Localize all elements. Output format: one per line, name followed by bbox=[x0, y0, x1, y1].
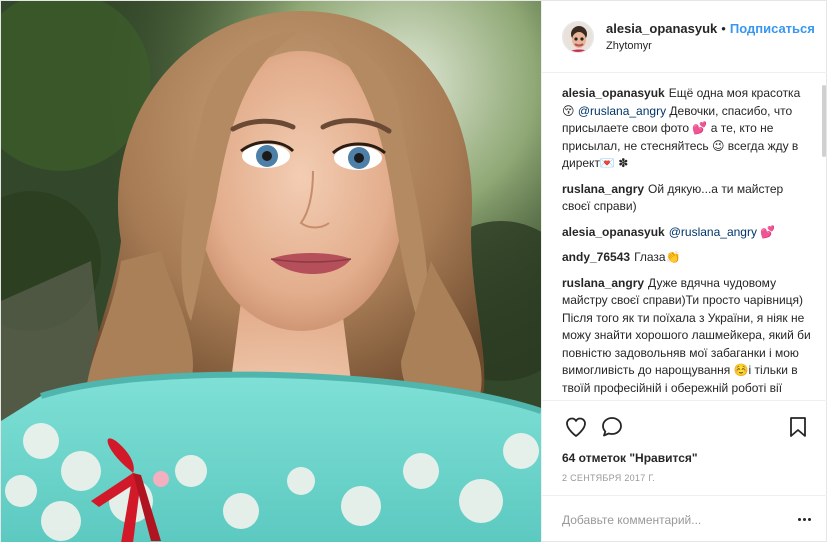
author-username-link[interactable]: alesia_opanasyuk bbox=[606, 20, 717, 38]
speech-bubble-icon bbox=[602, 417, 622, 437]
action-row bbox=[562, 407, 812, 447]
comment-author-link[interactable]: ruslana_angry bbox=[562, 276, 644, 290]
post-actions: 64 отметок "Нравится" 2 сентября 2017 г. bbox=[542, 400, 827, 495]
comment-item: ruslana_angry Ой дякую...а ти майстер сво… bbox=[562, 181, 812, 216]
post-date[interactable]: 2 сентября 2017 г. bbox=[562, 473, 812, 483]
add-comment-bar bbox=[542, 495, 827, 542]
header-text: alesia_opanasyuk • Подписаться Zhytomyr bbox=[606, 20, 815, 54]
location-link[interactable]: Zhytomyr bbox=[606, 39, 815, 54]
mention-link[interactable]: @ruslana_angry bbox=[578, 104, 666, 118]
separator-dot: • bbox=[721, 20, 726, 36]
comment-button[interactable] bbox=[598, 413, 626, 441]
instagram-post: alesia_opanasyuk • Подписаться Zhytomyr … bbox=[0, 0, 827, 542]
comment-text: Глаза👏 bbox=[634, 250, 681, 264]
follow-button[interactable]: Подписаться bbox=[730, 20, 815, 38]
comment-author-link[interactable]: alesia_opanasyuk bbox=[562, 225, 665, 239]
more-dot-icon bbox=[802, 518, 806, 521]
bookmark-icon bbox=[790, 417, 806, 437]
comment-author-link[interactable]: alesia_opanasyuk bbox=[562, 86, 665, 100]
comment-author-link[interactable]: ruslana_angry bbox=[562, 182, 644, 196]
avatar[interactable] bbox=[562, 20, 594, 53]
comment-item: alesia_opanasyuk @ruslana_angry 💕 bbox=[562, 224, 812, 242]
comments-scrollbar[interactable] bbox=[822, 85, 826, 157]
comment-item: ruslana_angry Дуже вдячна чудовому майстр… bbox=[562, 275, 812, 401]
comment-caption: alesia_opanasyuk Ещё одна моя красотка 😚 … bbox=[562, 85, 812, 173]
likes-count[interactable]: 64 отметок "Нравится" bbox=[562, 449, 812, 467]
more-dot-icon bbox=[797, 518, 801, 521]
comments-list[interactable]: alesia_opanasyuk Ещё одна моя красотка 😚 … bbox=[542, 73, 827, 400]
comment-item: andy_76543 Глаза👏 bbox=[562, 249, 812, 267]
comment-text: Дуже вдячна чудовому майстру своєї справ… bbox=[562, 275, 811, 401]
more-dot-icon bbox=[807, 518, 811, 521]
like-button[interactable] bbox=[562, 413, 590, 441]
post-header: alesia_opanasyuk • Подписаться Zhytomyr bbox=[542, 1, 827, 73]
post-sidebar: alesia_opanasyuk • Подписаться Zhytomyr … bbox=[541, 1, 827, 542]
selfie-illustration bbox=[1, 1, 541, 542]
avatar-image bbox=[563, 21, 593, 52]
post-photo[interactable] bbox=[1, 1, 541, 542]
comment-text: 💕 bbox=[756, 224, 776, 239]
mention-link[interactable]: @ruslana_angry bbox=[669, 225, 757, 239]
comment-author-link[interactable]: andy_76543 bbox=[562, 250, 630, 264]
heart-icon bbox=[566, 417, 586, 437]
comment-input[interactable] bbox=[562, 512, 792, 527]
save-button[interactable] bbox=[784, 413, 812, 441]
header-top-line: alesia_opanasyuk • Подписаться bbox=[606, 20, 815, 38]
more-options-button[interactable] bbox=[792, 508, 816, 532]
